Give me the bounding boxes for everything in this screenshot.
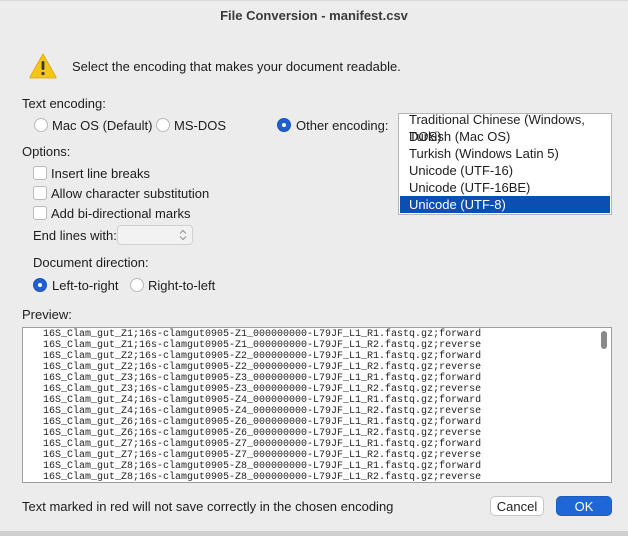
preview-line: 16S_Clam_gut_Z3;16s-clamgut0905-Z3_00000…	[43, 384, 482, 395]
preview-line: 16S_Clam_gut_Z4;16s-clamgut0905-Z4_00000…	[43, 395, 482, 406]
radio-mac-os-default[interactable]	[34, 118, 48, 132]
radio-left-to-right[interactable]	[33, 278, 47, 292]
preview-label: Preview:	[22, 307, 72, 322]
radio-label-ms-dos: MS-DOS	[174, 118, 226, 133]
encoding-list-item[interactable]: Unicode (UTF-16BE)	[400, 179, 610, 196]
insert-line-breaks-label: Insert line breaks	[51, 166, 150, 181]
end-lines-with-select[interactable]	[117, 225, 193, 245]
radio-label-mac-os-default: Mac OS (Default)	[52, 118, 153, 133]
ok-button[interactable]: OK	[556, 496, 612, 516]
options-label: Options:	[22, 144, 71, 159]
text-encoding-label: Text encoding:	[22, 96, 106, 111]
radio-right-to-left[interactable]	[130, 278, 144, 292]
preview-area[interactable]: 16S_Clam_gut_Z1;16s-clamgut0905-Z1_00000…	[22, 327, 612, 483]
encoding-list[interactable]: Traditional Chinese (Windows, DOS) Turki…	[398, 113, 612, 215]
preview-scrollbar-thumb[interactable]	[601, 331, 607, 349]
end-lines-with-label: End lines with:	[33, 228, 117, 243]
instruction-message: Select the encoding that makes your docu…	[72, 59, 401, 74]
preview-line: 16S_Clam_gut_Z7;16s-clamgut0905-Z7_00000…	[43, 450, 482, 461]
encoding-list-item[interactable]: Turkish (Windows Latin 5)	[400, 145, 610, 162]
add-bidi-marks-label: Add bi-directional marks	[51, 206, 191, 221]
preview-line: 16S_Clam_gut_Z6;16s-clamgut0905-Z6_00000…	[43, 428, 482, 439]
radio-ms-dos[interactable]	[156, 118, 170, 132]
radio-label-right-to-left: Right-to-left	[148, 278, 216, 293]
preview-line: 16S_Clam_gut_Z1;16s-clamgut0905-Z1_00000…	[43, 340, 482, 351]
title-bar: File Conversion - manifest.csv	[0, 1, 628, 29]
encoding-list-item-selected[interactable]: Unicode (UTF-8)	[400, 196, 610, 213]
add-bidi-marks-checkbox[interactable]	[33, 206, 47, 220]
encoding-list-item[interactable]: Unicode (UTF-16)	[400, 162, 610, 179]
window-title: File Conversion - manifest.csv	[220, 7, 408, 23]
preview-line: 16S_Clam_gut_Z7;16s-clamgut0905-Z7_00000…	[43, 439, 482, 450]
document-direction-label: Document direction:	[33, 255, 149, 270]
preview-line: 16S_Clam_gut_Z1;16s-clamgut0905-Z1_00000…	[43, 329, 482, 340]
file-conversion-dialog: File Conversion - manifest.csv Select th…	[0, 0, 628, 536]
preview-line: 16S_Clam_gut_Z6;16s-clamgut0905-Z6_00000…	[43, 417, 482, 428]
encoding-list-item[interactable]: Traditional Chinese (Windows, DOS)	[400, 114, 610, 144]
preview-line: 16S_Clam_gut_Z4;16s-clamgut0905-Z4_00000…	[43, 406, 482, 417]
radio-label-other-encoding: Other encoding:	[296, 118, 389, 133]
preview-line: 16S_Clam_gut_Z3;16s-clamgut0905-Z3_00000…	[43, 373, 482, 384]
encoding-warning-note: Text marked in red will not save correct…	[22, 499, 394, 514]
window-bottom-edge	[0, 531, 628, 536]
allow-char-substitution-label: Allow character substitution	[51, 186, 210, 201]
cancel-button[interactable]: Cancel	[490, 496, 544, 516]
insert-line-breaks-checkbox[interactable]	[33, 166, 47, 180]
encoding-list-item[interactable]: Turkish (Mac OS)	[400, 128, 610, 145]
radio-label-left-to-right: Left-to-right	[52, 278, 119, 293]
warning-icon	[29, 53, 57, 79]
chevron-up-down-icon	[179, 229, 187, 241]
allow-char-substitution-checkbox[interactable]	[33, 186, 47, 200]
preview-line: 16S_Clam_gut_Z2;16s-clamgut0905-Z2_00000…	[43, 362, 482, 373]
radio-other-encoding[interactable]	[277, 118, 291, 132]
preview-line: 16S_Clam_gut_Z2;16s-clamgut0905-Z2_00000…	[43, 351, 482, 362]
preview-line: 16S_Clam_gut_Z8;16s-clamgut0905-Z8_00000…	[43, 472, 482, 483]
preview-line: 16S_Clam_gut_Z8;16s-clamgut0905-Z8_00000…	[43, 461, 482, 472]
